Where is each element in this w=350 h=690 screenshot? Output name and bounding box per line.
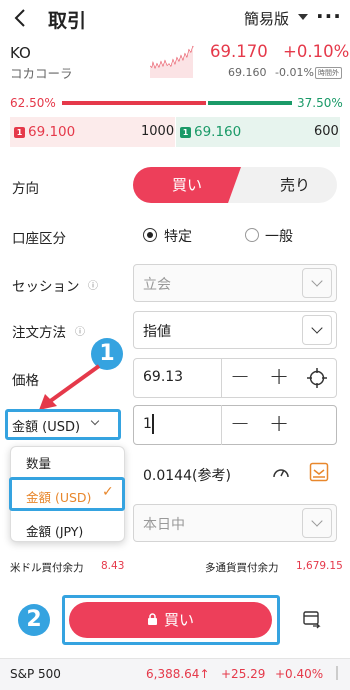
extended-price: 69.160 [228,66,267,79]
ask-level-tag: 1 [180,127,191,138]
buy-submit-button[interactable]: 買い [69,602,272,638]
bid-quantity: 1000 [141,124,175,139]
top-bar: 取引 簡易版 ··· [0,0,350,38]
amount-increment-button[interactable]: + [269,409,289,437]
radio-ippan[interactable] [245,228,259,242]
bid-level-tag: 1 [14,127,25,138]
amount-type-selector[interactable]: 金額 (USD) [12,416,80,435]
ask-quantity: 600 [314,124,339,139]
account-opt-ippan: 一般 [265,229,293,245]
index-change: +25.29 [221,667,266,681]
more-icon[interactable]: ··· [316,4,342,28]
order-method-label: 注文方法 [12,325,66,341]
last-price: 69.170 [210,42,268,61]
sell-ratio-bar [208,101,292,105]
sparkline-chart [150,45,194,78]
expiry-value: 本日中 [143,517,185,533]
index-name: S&P 500 [10,667,61,681]
info-icon[interactable]: ⓘ [75,323,85,338]
order-list-icon[interactable] [302,609,322,629]
account-opt-tokutei: 特定 [164,229,192,245]
sell-ratio: 37.50% [297,96,343,110]
lock-icon [147,603,158,639]
annotation-badge-2: 2 [18,604,50,636]
back-icon[interactable] [10,7,32,29]
session-value: 立会 [143,277,171,293]
session-label: セッション [12,279,80,295]
gauge-icon[interactable] [272,464,290,482]
text-cursor [152,414,154,434]
ticker-symbol: KO [10,44,31,62]
account-label: 口座区分 [12,231,66,247]
amount-decrement-button[interactable]: − [230,409,250,437]
sell-tab[interactable]: 売り [255,167,335,203]
info-icon[interactable]: ⓘ [88,277,98,292]
buy-submit-label: 買い [163,611,194,629]
ask-price[interactable]: 69.160 [194,124,241,140]
checkmark-icon: ✓ [102,484,114,500]
scroll-indicator [336,666,338,680]
direction-label: 方向 [12,181,39,197]
crosshair-icon[interactable] [306,367,328,389]
multi-currency-value: 1,679.15 [296,560,343,572]
amount-input[interactable]: 1 [143,416,152,432]
divider [221,358,222,398]
dropdown-option-quantity[interactable]: 数量 [26,453,51,472]
price-increment-button[interactable]: + [269,362,289,390]
page-title: 取引 [48,10,87,32]
ticker-name: コカコーラ [10,66,73,81]
calculator-icon[interactable] [309,462,329,482]
price-input[interactable]: 69.13 [143,369,183,385]
reference-quantity: 0.0144(参考) [143,468,231,484]
usd-buying-power-label: 米ドル買付余力 [10,562,84,574]
price-label: 価格 [12,373,39,389]
bid-price[interactable]: 69.100 [28,124,75,140]
extended-hours-badge: 時間外 [315,67,342,79]
buy-tab[interactable]: 買い [133,167,241,203]
price-decrement-button[interactable]: − [230,362,250,390]
change-percent: +0.10% [283,42,350,61]
index-change-pct: +0.40% [275,667,324,681]
dropdown-option-usd[interactable]: 金額 (USD) [26,487,91,506]
index-value: 6,388.64↑ [146,667,210,681]
mode-selector[interactable]: 簡易版 [244,8,289,29]
extended-percent: -0.01% [275,66,314,79]
dropdown-option-jpy[interactable]: 金額 (JPY) [26,521,83,540]
divider [221,405,222,445]
usd-buying-power-value: 8.43 [101,560,125,572]
order-method-value: 指値 [143,324,171,340]
buy-ratio: 62.50% [10,96,56,110]
multi-currency-label: 多通貨買付余力 [205,562,279,574]
annotation-arrow [39,364,101,410]
chevron-down-icon [298,14,308,20]
radio-tokutei[interactable] [143,228,157,242]
buy-ratio-bar [62,101,206,105]
